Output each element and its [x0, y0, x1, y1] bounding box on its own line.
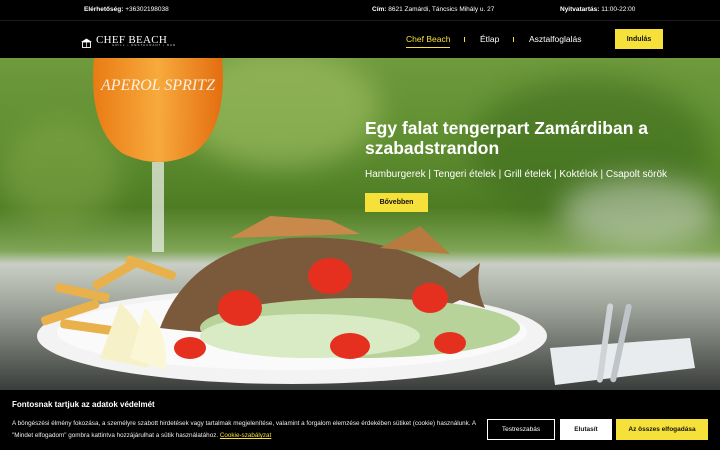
main-navigation: CHEF BEACH GRILL • RESTAURANT • BAR Chef… — [0, 20, 720, 58]
nav-separator — [513, 37, 514, 42]
contact-label: Elérhetőség: — [84, 6, 124, 13]
contact-phone[interactable]: +36302198038 — [125, 6, 169, 13]
cookie-reject-button[interactable]: Elutasít — [560, 419, 612, 440]
start-button[interactable]: Indulás — [615, 29, 663, 49]
site-logo[interactable]: CHEF BEACH GRILL • RESTAURANT • BAR — [80, 31, 175, 49]
hours-label: Nyitvatartás: — [560, 6, 600, 13]
cookie-text: A böngészési élmény fokozása, a személyr… — [12, 418, 482, 442]
hours-value: 11:00-22:00 — [601, 6, 636, 13]
hero-title: Egy falat tengerpart Zamárdiban a szabad… — [365, 118, 648, 158]
glass-label-text: APEROL SPRITZ — [100, 77, 216, 94]
more-button[interactable]: Bővebben — [365, 193, 428, 212]
nav-item-chef-beach[interactable]: Chef Beach — [406, 34, 451, 48]
top-info-bar: Elérhetőség: +36302198038 Cím: 8621 Zamá… — [0, 0, 720, 20]
cookie-accept-all-button[interactable]: Az összes elfogadása — [616, 419, 708, 440]
cookie-title: Fontosnak tartjuk az adatok védelmét — [12, 400, 155, 409]
opening-hours: Nyitvatartás: 11:00-22:00 — [560, 6, 635, 13]
nav-item-etlap[interactable]: Étlap — [480, 34, 499, 44]
hero-section: APEROL SPRITZ Egy falat tengerpart Zamár… — [0, 58, 720, 390]
address-value: 8621 Zamárdi, Táncsics Mihály u. 27 — [388, 6, 495, 13]
cookie-banner: Fontosnak tartjuk az adatok védelmét A b… — [0, 390, 720, 450]
beach-hut-icon — [80, 35, 93, 48]
cookie-customize-button[interactable]: Testreszabás — [487, 419, 555, 440]
address-label: Cím: — [372, 6, 387, 13]
fish-plate-image — [37, 216, 547, 384]
cutlery-image — [550, 303, 695, 385]
logo-subtitle: GRILL • RESTAURANT • BAR — [112, 43, 177, 47]
address-info: Cím: 8621 Zamárdi, Táncsics Mihály u. 27 — [372, 6, 494, 13]
contact-info[interactable]: Elérhetőség: +36302198038 — [84, 6, 169, 13]
nav-item-asztalfoglalas[interactable]: Asztalfoglalás — [529, 34, 581, 44]
cookie-policy-link[interactable]: Cookie-szabályzat — [220, 432, 271, 439]
hero-tagline: Hamburgerek | Tengeri ételek | Grill éte… — [365, 169, 668, 180]
nav-separator — [464, 37, 465, 42]
